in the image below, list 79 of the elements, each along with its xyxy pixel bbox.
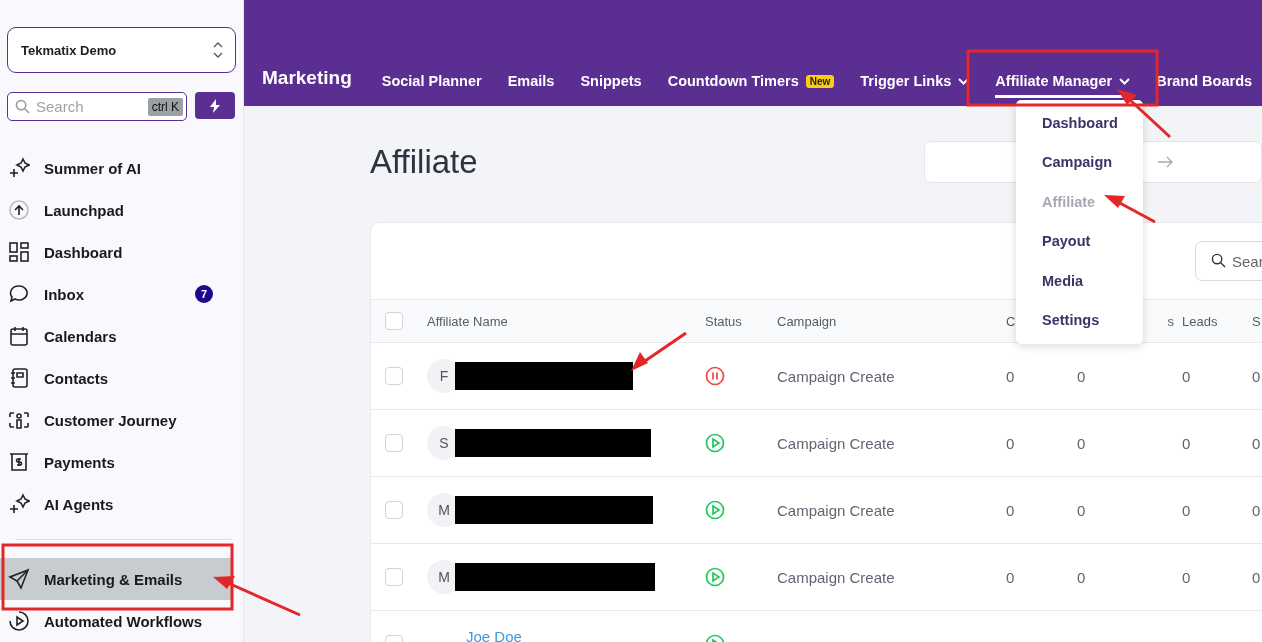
table-cell: 0 [1252, 367, 1262, 385]
column-header: Leads [1182, 313, 1218, 329]
table-cell-text: 0 [1006, 568, 1016, 586]
nav-tab[interactable]: Emails [507, 73, 555, 89]
search-icon [1211, 253, 1226, 268]
nav-tab[interactable]: Countdown Timers New [667, 73, 835, 89]
count-badge: 7 [195, 285, 213, 303]
campaign-name: Campaign Create [777, 434, 895, 452]
table-cell-text: 0 [1077, 568, 1087, 586]
page-title: Affiliate [370, 143, 479, 181]
row-checkbox[interactable] [385, 367, 403, 385]
row-checkbox[interactable] [385, 501, 403, 519]
table-cell-text: 0 [1077, 501, 1087, 519]
table-cell: 0 [1252, 568, 1262, 586]
table-cell-text: 0 [1182, 501, 1192, 519]
sidebar-item[interactable]: Launchpad [0, 189, 243, 231]
section-title: Marketing [262, 67, 352, 89]
column-header: S [1252, 313, 1261, 329]
table-cell-text: 0 [1006, 434, 1016, 452]
grid-icon [8, 241, 30, 263]
campaign-name: Campaign Create [777, 367, 895, 385]
table-cell: 0 [1252, 501, 1262, 519]
rocket-circle-icon [8, 199, 30, 221]
chat-icon [8, 283, 30, 305]
campaign-name: Campaign Create [777, 568, 895, 586]
table-cell-text: 0 [1182, 434, 1192, 452]
table-cell: 0 [1252, 434, 1262, 452]
lightning-icon [209, 98, 221, 113]
sidebar-item[interactable]: Customer Journey [0, 399, 243, 441]
nav-tab[interactable]: Social Planner [381, 73, 482, 89]
chevron-updown-icon [213, 41, 223, 59]
table-cell-text: 0 [1182, 367, 1192, 385]
menu-item[interactable]: Media [1016, 261, 1143, 301]
sidebar-item[interactable]: Summer of AI [0, 147, 243, 189]
calendar-icon [8, 325, 30, 347]
sidebar-item[interactable]: Automated Workflows [0, 600, 243, 642]
row-checkbox[interactable] [385, 568, 403, 586]
table-cell-text: 0 [1006, 367, 1016, 385]
annotation-arrow [1117, 89, 1171, 139]
sidebar-item[interactable]: Contacts [0, 357, 243, 399]
arrow-right-icon [1156, 156, 1173, 168]
sparkle-icon [8, 493, 30, 515]
menu-item[interactable]: Campaign [1016, 142, 1143, 182]
campaign-name: Campaign Create [777, 501, 895, 519]
send-icon [8, 568, 30, 590]
play-circle-icon [8, 610, 30, 632]
dollar-receipt-icon [8, 451, 30, 473]
sidebar-item[interactable]: Inbox 7 [0, 273, 243, 315]
column-header: Affiliate Name [427, 313, 508, 329]
annotation-arrow [1104, 195, 1156, 224]
sidebar-item[interactable]: AI Agents [0, 483, 243, 525]
row-checkbox[interactable] [385, 434, 403, 452]
column-header: s [1167, 313, 1175, 329]
annotation-arrow [631, 331, 687, 371]
nav-tab[interactable]: Snippets [580, 73, 642, 89]
sidebar-item[interactable]: Dashboard [0, 231, 243, 273]
table-cell-text: 0 [1077, 367, 1087, 385]
column-header: Campaign [777, 313, 837, 329]
sparkle-icon [8, 157, 30, 179]
sidebar-item[interactable]: Calendars [0, 315, 243, 357]
new-badge: New [805, 74, 835, 88]
shortcut-hint: ctrl K [147, 98, 183, 116]
sidebar-item[interactable]: Marketing & Emails [0, 558, 231, 600]
sidebar-item[interactable]: Payments [0, 441, 243, 483]
account-selector[interactable]: Tekmatix Demo [7, 27, 236, 73]
column-header: Status [705, 313, 742, 329]
menu-item[interactable]: Payout [1016, 221, 1143, 261]
select-all-checkbox[interactable] [385, 312, 403, 330]
notebook-icon [8, 367, 30, 389]
menu-item[interactable]: Dashboard [1016, 103, 1143, 143]
menu-item[interactable]: Settings [1016, 300, 1143, 340]
quick-action-button[interactable] [195, 92, 235, 119]
table-cell-text: 0 [1182, 568, 1192, 586]
people-icon [8, 409, 30, 431]
search-icon [15, 99, 30, 114]
table-cell-text: 0 [1006, 501, 1016, 519]
column-header: C [1006, 313, 1016, 329]
nav-tab[interactable]: Trigger Links [860, 73, 970, 89]
table-cell-text: 0 [1077, 434, 1087, 452]
